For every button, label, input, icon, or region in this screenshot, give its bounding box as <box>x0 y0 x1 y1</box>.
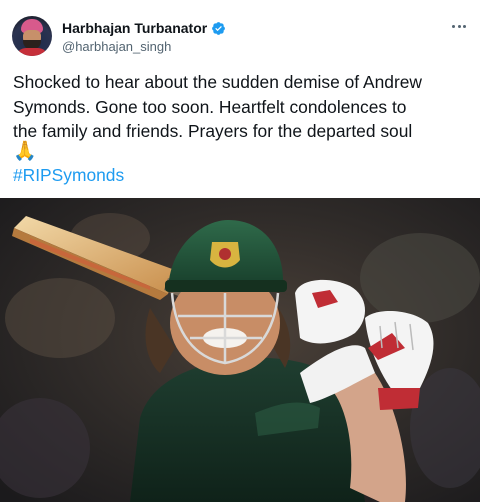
display-name[interactable]: Harbhajan Turbanator <box>62 20 207 36</box>
user-handle[interactable]: @harbhajan_singh <box>62 39 171 54</box>
tweet-text: Shocked to hear about the sudden demise … <box>13 72 422 141</box>
verified-badge-icon <box>212 21 226 35</box>
tweet-header: Harbhajan Turbanator @harbhajan_singh <box>0 0 480 64</box>
avatar[interactable] <box>12 16 52 56</box>
tweet-photo[interactable] <box>0 198 480 502</box>
cricketer-photo <box>0 198 480 502</box>
more-options-icon[interactable] <box>448 18 470 34</box>
folded-hands-icon: 🙏 <box>13 141 37 162</box>
display-name-row[interactable]: Harbhajan Turbanator <box>62 20 226 36</box>
hashtag-link[interactable]: #RIPSymonds <box>13 163 124 187</box>
